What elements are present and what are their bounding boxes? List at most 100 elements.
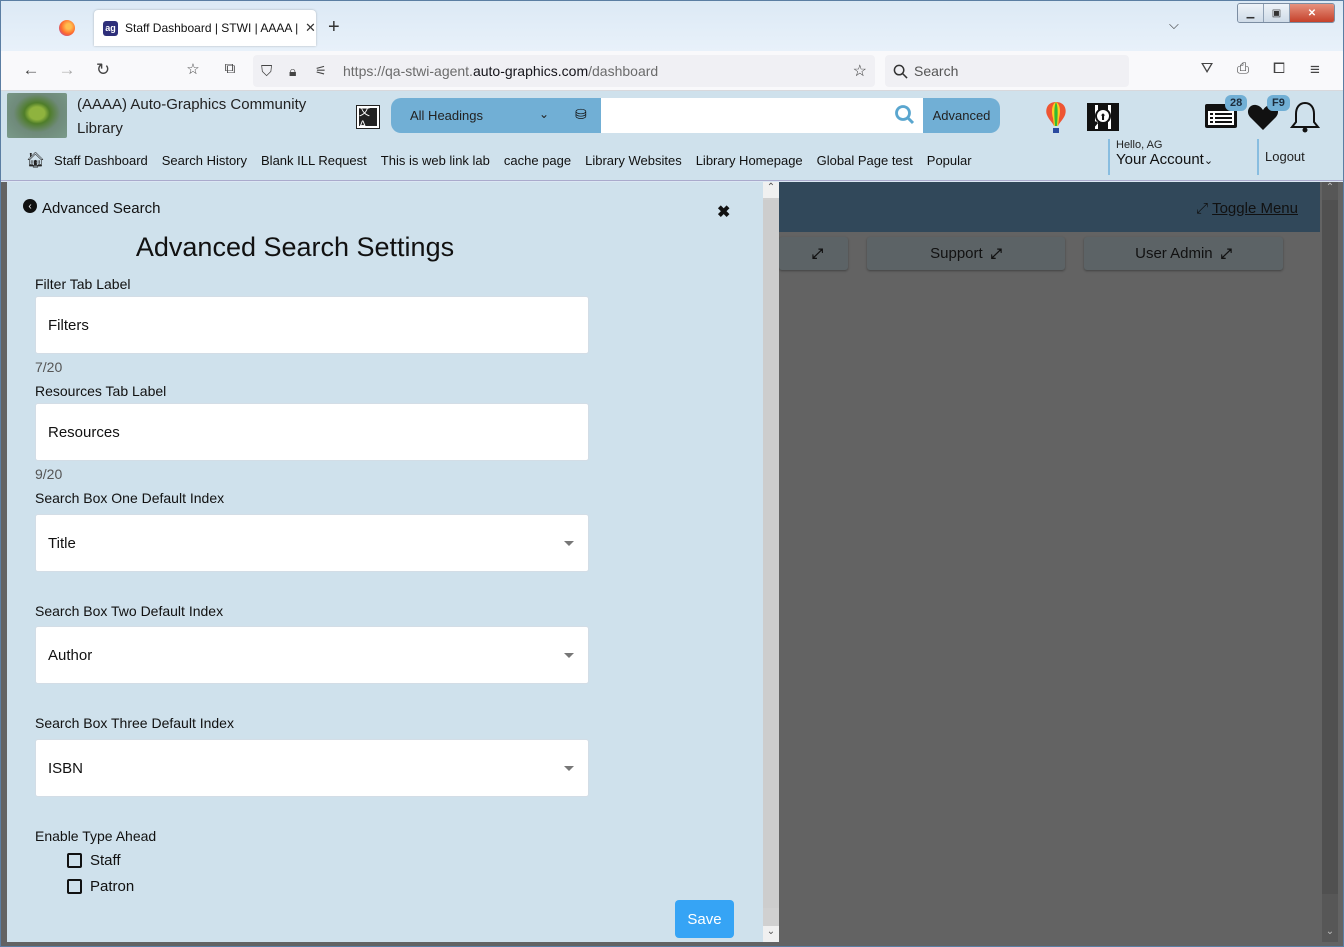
box-one-label: Search Box One Default Index bbox=[35, 490, 225, 506]
scroll-down-icon[interactable]: ⌄ bbox=[763, 926, 779, 942]
list-count-badge: 28 bbox=[1225, 95, 1248, 111]
reload-icon[interactable]: ↻ bbox=[92, 60, 114, 80]
url-text[interactable]: https://qa-stwi-agent.auto-graphics.com/… bbox=[343, 63, 658, 79]
patron-checkbox[interactable] bbox=[67, 879, 82, 894]
window-controls: ▁ ▣ ✕ bbox=[1237, 3, 1335, 23]
browser-window: ag Staff Dashboard | STWI | AAAA | ✕ + ⌵… bbox=[0, 0, 1344, 947]
toggle-menu-label: Toggle Menu bbox=[1212, 200, 1298, 217]
back-arrow-icon[interactable]: ← bbox=[20, 60, 42, 80]
patron-checkbox-label: Patron bbox=[90, 878, 135, 895]
support-tile[interactable]: Support ⤢ bbox=[867, 237, 1065, 270]
dropdown-caret-icon bbox=[564, 541, 574, 546]
staff-checkbox-label: Staff bbox=[90, 852, 121, 869]
filter-char-counter: 7/20 bbox=[35, 359, 63, 375]
search-scope-select[interactable]: All Headings ⌄ ⛁ bbox=[391, 98, 601, 133]
menu-item-search-history[interactable]: Search History bbox=[162, 153, 247, 168]
box-two-select[interactable]: Author bbox=[35, 626, 589, 684]
scroll-down-icon[interactable]: ⌄ bbox=[1322, 926, 1338, 942]
panel-scrollbar[interactable]: ⌃ ⌄ bbox=[763, 182, 779, 942]
menu-item-blank-ill-request[interactable]: Blank ILL Request bbox=[261, 153, 367, 168]
catalog-search-icon[interactable]: ⬆ bbox=[1085, 101, 1121, 134]
lock-icon[interactable]: 🔒︎ bbox=[289, 63, 296, 80]
back-to-advanced-search[interactable]: ‹ Advanced Search bbox=[23, 199, 161, 217]
close-window-button[interactable]: ✕ bbox=[1290, 4, 1334, 22]
save-button[interactable]: Save bbox=[675, 900, 734, 938]
firefox-icon[interactable] bbox=[59, 20, 75, 36]
catalog-search-input[interactable] bbox=[601, 98, 923, 133]
close-tab-icon[interactable]: ✕ bbox=[305, 20, 316, 36]
chevron-down-icon: ⌄ bbox=[539, 107, 550, 121]
filter-tab-value: Filters bbox=[48, 316, 89, 334]
staff-checkbox-row[interactable]: Staff bbox=[67, 852, 121, 869]
box-two-label: Search Box Two Default Index bbox=[35, 603, 224, 619]
bookmark-page-icon[interactable]: ☆ bbox=[182, 60, 204, 78]
hot-air-balloon-icon[interactable] bbox=[1044, 101, 1068, 135]
page-scrollbar[interactable]: ⌃ ⌄ bbox=[1322, 182, 1338, 942]
account-label[interactable]: Your Account bbox=[1116, 151, 1204, 168]
share-icon[interactable]: ⧉ bbox=[219, 60, 241, 77]
account-menu[interactable]: Hello, AG Your Account⌄ bbox=[1108, 139, 1213, 175]
scroll-up-icon[interactable]: ⌃ bbox=[1322, 182, 1338, 198]
minimize-button[interactable]: ▁ bbox=[1238, 4, 1264, 22]
extensions-icon[interactable]: ⧠ bbox=[1268, 60, 1290, 77]
advanced-search-settings-panel: ‹ Advanced Search ✖ Advanced Search Sett… bbox=[7, 182, 763, 942]
user-admin-label: User Admin bbox=[1135, 245, 1213, 262]
dropdown-caret-icon bbox=[564, 653, 574, 658]
filter-tab-input[interactable]: Filters bbox=[35, 296, 589, 354]
patron-checkbox-row[interactable]: Patron bbox=[67, 878, 134, 895]
bell-icon[interactable] bbox=[1289, 101, 1321, 134]
translate-icon[interactable]: 文A bbox=[356, 105, 380, 131]
menu-item-library-homepage[interactable]: Library Homepage bbox=[696, 153, 803, 168]
menu-item-web-link-lab[interactable]: This is web link lab bbox=[381, 153, 490, 168]
expand-icon: ⤢ bbox=[1196, 200, 1209, 217]
shield-icon[interactable]: ⛉ bbox=[261, 63, 272, 80]
hamburger-menu-icon[interactable]: ≡ bbox=[1304, 60, 1326, 80]
logout-link[interactable]: Logout bbox=[1257, 139, 1305, 175]
tab-bar: ag Staff Dashboard | STWI | AAAA | ✕ + ⌵… bbox=[1, 1, 1343, 51]
bookmark-star-icon[interactable]: ☆ bbox=[853, 61, 867, 81]
browser-search-box[interactable]: Search bbox=[885, 55, 1129, 87]
pocket-icon[interactable]: ⛛ bbox=[1196, 60, 1218, 77]
box-three-select[interactable]: ISBN bbox=[35, 739, 589, 797]
search-placeholder: Search bbox=[914, 63, 959, 79]
resources-char-counter: 9/20 bbox=[35, 466, 63, 482]
close-icon[interactable]: ✖ bbox=[717, 202, 730, 222]
print-icon[interactable]: ⎙ bbox=[1232, 60, 1254, 77]
search-icon[interactable] bbox=[894, 104, 916, 126]
dashboard-tile-partial[interactable]: ⤢ bbox=[779, 237, 848, 270]
url-bar[interactable]: ⛉ 🔒︎ ⚟ https://qa-stwi-agent.auto-graphi… bbox=[253, 55, 875, 87]
resources-tab-input[interactable]: Resources bbox=[35, 403, 589, 461]
staff-checkbox[interactable] bbox=[67, 853, 82, 868]
scroll-up-icon[interactable]: ⌃ bbox=[763, 182, 779, 198]
search-icon bbox=[893, 64, 908, 79]
home-icon[interactable]: 🏠︎ bbox=[26, 151, 45, 169]
panel-scroll-thumb[interactable] bbox=[763, 200, 779, 908]
scrollbar-track[interactable] bbox=[1322, 200, 1338, 894]
library-name: (AAAA) Auto-Graphics Community Library bbox=[77, 96, 307, 137]
library-logo[interactable] bbox=[7, 93, 67, 138]
database-icon[interactable]: ⛁ bbox=[575, 106, 587, 123]
advanced-search-button[interactable]: Advanced bbox=[923, 98, 1000, 133]
search-scope-label: All Headings bbox=[410, 108, 483, 123]
menu-item-cache-page[interactable]: cache page bbox=[504, 153, 571, 168]
tab-title: Staff Dashboard | STWI | AAAA | bbox=[125, 21, 299, 35]
user-admin-tile[interactable]: User Admin ⤢ bbox=[1084, 237, 1283, 270]
list-tabs-chevron-icon[interactable]: ⌵ bbox=[1169, 17, 1179, 33]
menu-item-global-page-test[interactable]: Global Page test bbox=[817, 153, 913, 168]
maximize-button[interactable]: ▣ bbox=[1264, 4, 1290, 22]
menu-item-library-websites[interactable]: Library Websites bbox=[585, 153, 682, 168]
box-three-label: Search Box Three Default Index bbox=[35, 715, 234, 731]
menu-item-popular[interactable]: Popular bbox=[927, 153, 972, 168]
main-menu: 🏠︎ Staff Dashboard Search History Blank … bbox=[26, 151, 986, 169]
expand-icon: ⤢ bbox=[1220, 245, 1232, 261]
forward-arrow-icon[interactable]: → bbox=[56, 60, 78, 80]
toggle-menu-link[interactable]: ⤢ Toggle Menu bbox=[1196, 200, 1298, 217]
box-one-select[interactable]: Title bbox=[35, 514, 589, 572]
back-label: Advanced Search bbox=[42, 200, 161, 217]
navigation-bar: ← → ↻ ☆ ⧉ ⛉ 🔒︎ ⚟ https://qa-stwi-agent.a… bbox=[1, 51, 1343, 91]
search-group: All Headings ⌄ ⛁ Advanced bbox=[391, 98, 1001, 133]
tab-staff-dashboard[interactable]: ag Staff Dashboard | STWI | AAAA | ✕ bbox=[94, 10, 316, 46]
new-tab-button[interactable]: + bbox=[328, 16, 340, 39]
menu-item-staff-dashboard[interactable]: Staff Dashboard bbox=[54, 153, 148, 168]
permissions-icon[interactable]: ⚟ bbox=[315, 63, 327, 79]
